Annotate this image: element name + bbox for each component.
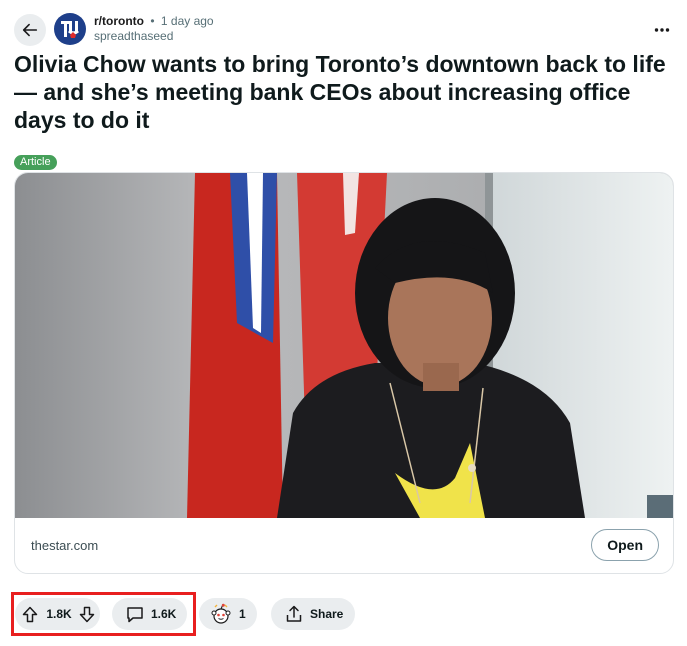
link-card-footer: thestar.com Open — [15, 518, 673, 573]
speech-bubble-icon — [127, 606, 143, 622]
post-title: Olivia Chow wants to bring Toronto’s dow… — [14, 51, 666, 133]
share-label: Share — [310, 607, 344, 621]
share-button[interactable]: Share — [271, 598, 355, 630]
award-count: 1 — [239, 607, 246, 621]
link-card[interactable]: thestar.com Open — [14, 172, 674, 574]
post-time: 1 day ago — [160, 14, 214, 28]
arrow-up-icon — [22, 606, 38, 622]
award-button[interactable]: 1 — [199, 598, 257, 630]
snoo-award-icon — [211, 603, 231, 624]
ellipsis-horizontal-icon — [654, 28, 670, 32]
link-domain: thestar.com — [31, 538, 99, 553]
vote-count: 1.8K — [46, 607, 72, 621]
post-header: r/toronto • 1 day ago spreadthaseed — [14, 12, 674, 50]
arrow-down-icon — [79, 606, 94, 622]
article-thumbnail[interactable] — [15, 173, 673, 518]
subreddit-avatar[interactable] — [54, 13, 86, 45]
post-action-bar: 1.8K 1.6K 1 Share — [0, 590, 687, 640]
subreddit-name[interactable]: r/toronto — [94, 14, 144, 28]
post-meta: r/toronto • 1 day ago spreadthaseed — [94, 14, 214, 44]
post-author[interactable]: spreadthaseed — [94, 29, 214, 44]
open-link-button[interactable]: Open — [591, 529, 659, 561]
back-button[interactable] — [14, 14, 46, 46]
downvote-button[interactable] — [73, 598, 100, 630]
post-flair[interactable]: Article — [14, 155, 57, 170]
comment-count: 1.6K — [151, 607, 177, 621]
arrow-left-icon — [22, 23, 38, 37]
share-upload-icon — [286, 605, 302, 622]
comments-button[interactable]: 1.6K — [112, 598, 187, 630]
upvote-button[interactable] — [15, 598, 45, 630]
more-options-button[interactable] — [650, 18, 674, 42]
vote-controls: 1.8K — [15, 598, 100, 630]
meta-separator: • — [150, 14, 155, 28]
